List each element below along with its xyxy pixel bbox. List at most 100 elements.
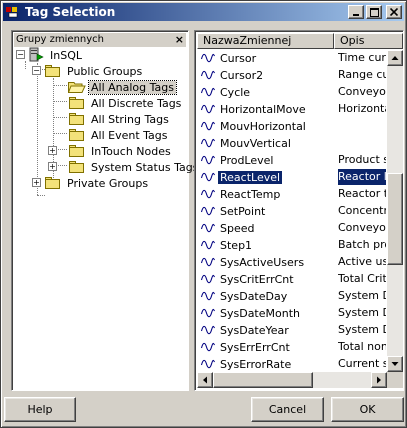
tag-description: System D. xyxy=(338,306,386,319)
scrollbar-corner xyxy=(387,372,403,388)
tree-node-label: InSQL xyxy=(50,48,82,62)
tree-node-label: InTouch Nodes xyxy=(91,144,171,158)
tag-description: Conveyor xyxy=(338,221,386,234)
tag-name: ReactLevel xyxy=(218,170,283,184)
tag-name-cell: SysErrErrCnt xyxy=(197,339,335,355)
tree-node-label: Public Groups xyxy=(67,64,143,78)
tag-name: SysCritErrCnt xyxy=(220,272,294,286)
table-row[interactable]: Step1 Batch pro xyxy=(197,237,386,253)
tag-name-cell: SysDateMonth xyxy=(197,305,335,321)
tag-name: SysDateDay xyxy=(220,289,288,303)
table-row[interactable]: SysDateMonth System D. xyxy=(197,305,386,321)
arrow-left-icon xyxy=(203,376,207,384)
table-row[interactable]: Cursor2 Range cu xyxy=(197,67,386,83)
tag-description: Product st xyxy=(338,153,386,166)
analog-tag-icon xyxy=(200,104,215,114)
close-window-button[interactable] xyxy=(386,5,402,19)
analog-tag-icon xyxy=(200,189,215,199)
tag-name-cell: Speed xyxy=(197,220,335,236)
arrow-down-icon xyxy=(391,362,399,366)
cancel-button[interactable]: Cancel xyxy=(251,397,324,422)
tag-description: Reactor l. xyxy=(338,169,386,185)
ok-button[interactable]: OK xyxy=(331,397,404,422)
expand-icon[interactable]: + xyxy=(48,162,57,171)
tag-name-cell: SysCritErrCnt xyxy=(197,271,335,287)
tag-name: HorizontalMove xyxy=(220,102,306,116)
minimize-button[interactable] xyxy=(348,5,364,19)
expand-icon[interactable]: + xyxy=(32,178,41,187)
tag-name: Speed xyxy=(220,221,255,235)
tag-name-cell: ReactTemp xyxy=(197,186,335,202)
tag-name-cell: Cursor xyxy=(197,50,335,66)
maximize-button[interactable] xyxy=(366,5,382,19)
window-title: Tag Selection xyxy=(25,5,116,19)
tree-node-label: All Event Tags xyxy=(91,128,168,142)
tag-name-cell: SysDateDay xyxy=(197,288,335,304)
table-row[interactable]: MouvVertical xyxy=(197,135,386,151)
table-row[interactable]: Cycle Conveyor xyxy=(197,84,386,100)
tag-name-cell: Step1 xyxy=(197,237,335,253)
table-row[interactable]: SysCritErrCnt Total Criti. xyxy=(197,271,386,287)
analog-tag-icon xyxy=(200,257,215,267)
tag-description: Concentr. xyxy=(338,204,386,217)
table-row[interactable]: SysErrErrCnt Total non- xyxy=(197,339,386,355)
arrow-up-icon xyxy=(391,56,399,60)
folder-icon xyxy=(69,129,85,141)
analog-tag-icon xyxy=(200,342,215,352)
scroll-down-button[interactable] xyxy=(387,356,403,372)
tag-name-cell: MouvHorizontal xyxy=(197,118,335,134)
tag-description: Horizontal xyxy=(338,102,386,115)
tag-name-cell: SysErrorRate xyxy=(197,356,335,372)
tag-name-cell: ProdLevel xyxy=(197,152,335,168)
table-row[interactable]: ReactLevel Reactor l. xyxy=(197,169,386,185)
tag-description: Batch pro xyxy=(338,238,386,251)
table-row[interactable]: HorizontalMove Horizontal xyxy=(197,101,386,117)
tag-name: MouvVertical xyxy=(220,136,291,150)
collapse-icon[interactable]: − xyxy=(32,66,41,75)
folder-icon xyxy=(45,65,61,77)
collapse-icon[interactable]: − xyxy=(16,50,25,59)
tag-name: Cursor2 xyxy=(220,68,264,82)
tree-node-label: Private Groups xyxy=(67,176,149,190)
scroll-thumb[interactable] xyxy=(387,173,403,265)
scroll-right-button[interactable] xyxy=(371,372,387,388)
column-header-name[interactable]: NazwaZmiennej xyxy=(197,33,334,49)
tag-description xyxy=(338,118,386,134)
tag-list-view: NazwaZmiennej Opis CursorTime cursCursor… xyxy=(194,30,404,391)
tag-description: Current sy xyxy=(338,357,386,370)
tree-node-label: All Discrete Tags xyxy=(91,96,182,110)
table-row[interactable]: SetPoint Concentr. xyxy=(197,203,386,219)
folder-icon xyxy=(69,113,85,125)
vertical-scrollbar[interactable] xyxy=(387,50,403,372)
tag-description: Total non- xyxy=(338,340,386,353)
table-row[interactable]: SysDateDay System D. xyxy=(197,288,386,304)
tag-name-cell: Cycle xyxy=(197,84,335,100)
scroll-up-button[interactable] xyxy=(387,50,403,66)
server-icon xyxy=(28,47,44,63)
table-row[interactable]: MouvHorizontal xyxy=(197,118,386,134)
folder-icon xyxy=(69,145,85,157)
table-row[interactable]: ProdLevel Product st xyxy=(197,152,386,168)
column-header-description[interactable]: Opis xyxy=(334,33,403,49)
tag-name: SetPoint xyxy=(220,204,266,218)
expand-icon[interactable]: + xyxy=(48,146,57,155)
title-bar: Tag Selection xyxy=(3,3,404,21)
tree-pane-close-icon[interactable]: × xyxy=(175,33,184,47)
scroll-hthumb[interactable] xyxy=(213,372,313,388)
scroll-left-button[interactable] xyxy=(197,372,213,388)
table-row[interactable]: ReactTemp Reactor t. xyxy=(197,186,386,202)
help-button[interactable]: Help xyxy=(4,397,76,422)
analog-tag-icon xyxy=(200,291,215,301)
arrow-right-icon xyxy=(377,376,381,384)
table-row[interactable]: SysDateYear System D. xyxy=(197,322,386,338)
tag-description: Range cu xyxy=(338,68,386,81)
tree-pane-header: Grupy zmiennych × xyxy=(14,33,186,47)
tag-list-rows: Cursor Time curs Cursor2 Range cu Cycle Conve… xyxy=(197,50,386,372)
table-row[interactable]: SysErrorRate Current sy xyxy=(197,356,386,372)
table-row[interactable]: Cursor Time curs xyxy=(197,50,386,66)
table-row[interactable]: SysActiveUsers Active us. xyxy=(197,254,386,270)
table-row[interactable]: Speed Conveyor xyxy=(197,220,386,236)
horizontal-scrollbar[interactable] xyxy=(197,372,387,388)
tag-name: ProdLevel xyxy=(220,153,274,167)
insql-app-icon xyxy=(5,4,21,20)
